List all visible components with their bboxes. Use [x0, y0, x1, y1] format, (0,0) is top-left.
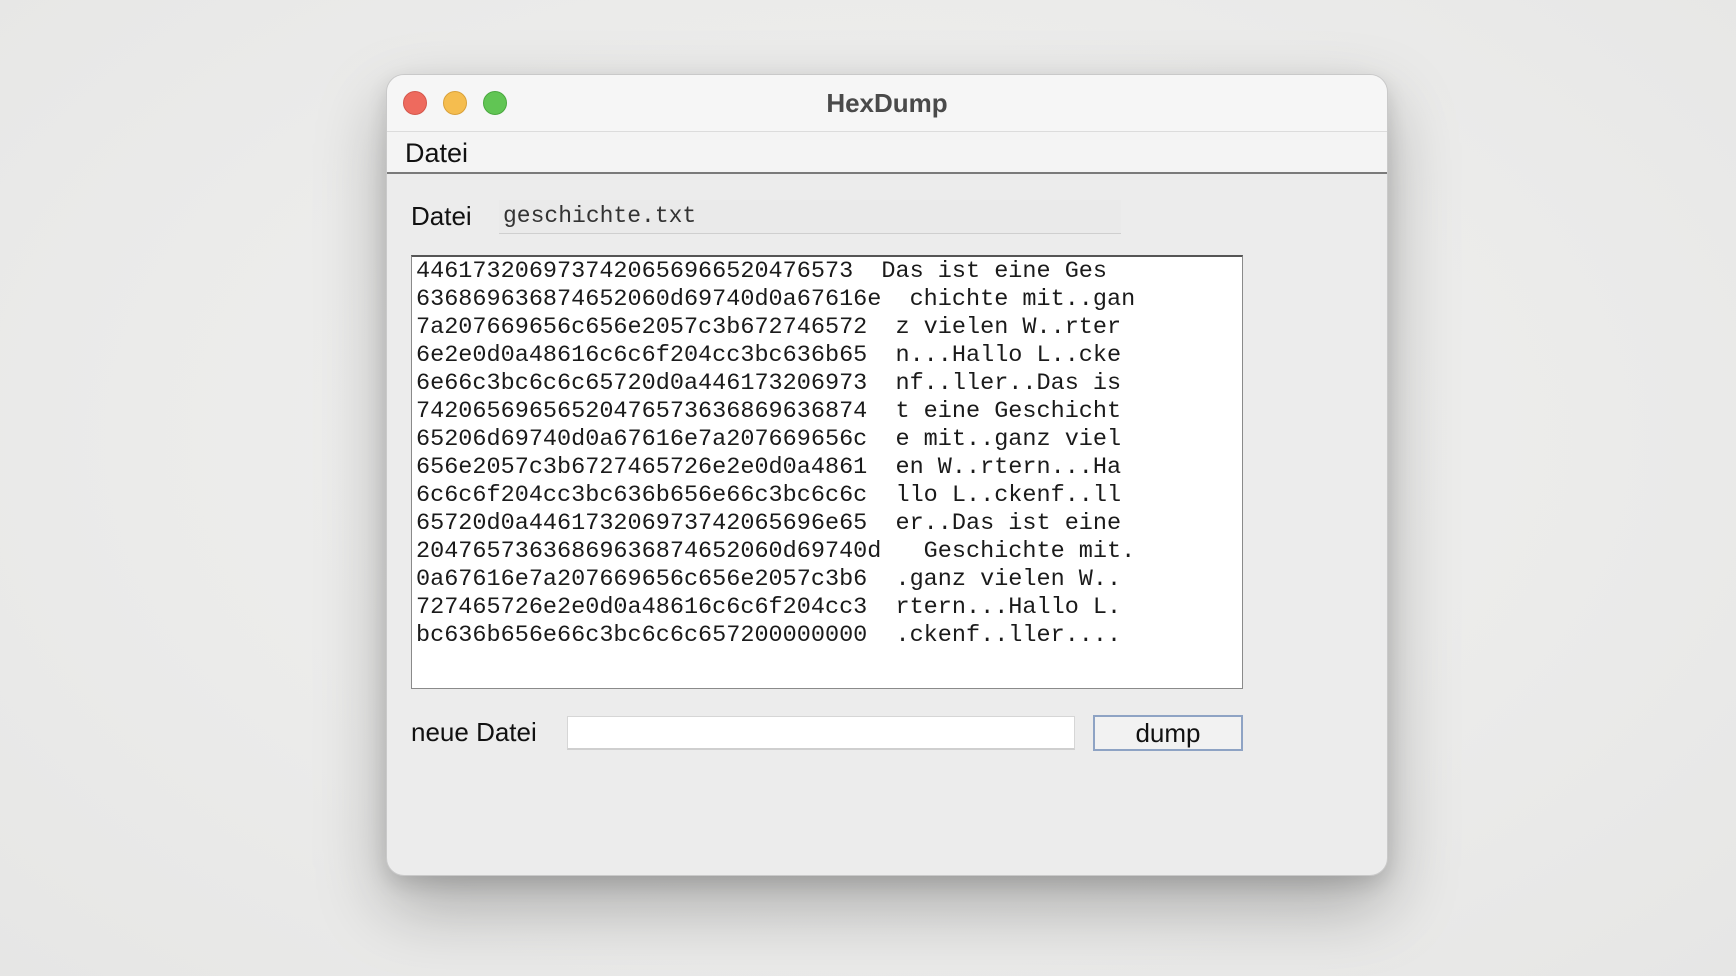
file-label: Datei — [411, 201, 472, 231]
hexdump-window: HexDump Datei Datei geschichte.txt 44617… — [386, 74, 1388, 876]
title-bar[interactable]: HexDump — [387, 75, 1387, 132]
new-file-input[interactable] — [567, 716, 1075, 750]
menu-datei[interactable]: Datei — [405, 132, 468, 172]
menu-bar: Datei — [387, 132, 1387, 174]
hex-dump-textarea[interactable]: 4461732069737420656966520476573 Das ist … — [411, 255, 1243, 689]
dump-line: 656e2057c3b6727465726e2e0d0a4861 en W..r… — [416, 454, 1122, 481]
dump-line: 65206d69740d0a67616e7a207669656c e mit..… — [416, 426, 1122, 453]
minimize-window-button[interactable] — [443, 91, 467, 115]
new-file-label: neue Datei — [411, 717, 537, 747]
dump-button[interactable]: dump — [1093, 715, 1243, 751]
dump-line: 74206569656520476573636869636874 t eine … — [416, 398, 1122, 425]
dump-line: 6e2e0d0a48616c6c6f204cc3bc636b65 n...Hal… — [416, 342, 1122, 369]
dump-line: 0a67616e7a207669656c656e2057c3b6 .ganz v… — [416, 566, 1122, 593]
window-title: HexDump — [826, 88, 948, 118]
dump-line: bc636b656e66c3bc6c6c657200000000 .ckenf.… — [416, 622, 1122, 649]
file-name-field: geschichte.txt — [499, 200, 1121, 234]
dump-line: 20476573636869636874652060d69740d Geschi… — [416, 538, 1136, 565]
dump-line: 727465726e2e0d0a48616c6c6f204cc3 rtern..… — [416, 594, 1122, 621]
close-window-button[interactable] — [403, 91, 427, 115]
dump-line: 6c6c6f204cc3bc636b656e66c3bc6c6c llo L..… — [416, 482, 1122, 509]
dump-line: 6e66c3bc6c6c65720d0a446173206973 nf..lle… — [416, 370, 1122, 397]
dump-line: 4461732069737420656966520476573 Das ist … — [416, 258, 1108, 285]
dump-line: 65720d0a446173206973742065696e65 er..Das… — [416, 510, 1122, 537]
maximize-window-button[interactable] — [483, 91, 507, 115]
dump-line: 7a207669656c656e2057c3b672746572 z viele… — [416, 314, 1122, 341]
dump-line: 636869636874652060d69740d0a67616e chicht… — [416, 286, 1136, 313]
